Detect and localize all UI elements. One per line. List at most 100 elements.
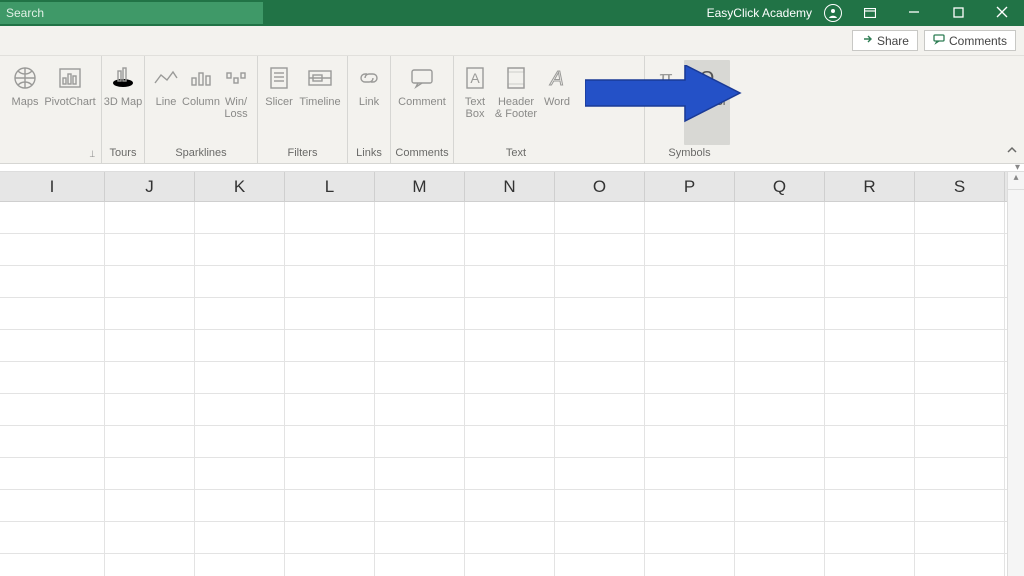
cell[interactable] <box>825 298 915 329</box>
cell[interactable] <box>285 554 375 576</box>
cell[interactable] <box>915 394 1005 425</box>
cell[interactable] <box>735 330 825 361</box>
cell[interactable] <box>645 298 735 329</box>
cell[interactable] <box>465 330 555 361</box>
3d-map-button[interactable]: 3D Map <box>106 60 140 145</box>
cell[interactable] <box>375 234 465 265</box>
column-header[interactable]: Q <box>735 172 825 201</box>
cell[interactable] <box>0 554 105 576</box>
cell[interactable] <box>285 362 375 393</box>
cell[interactable] <box>105 522 195 553</box>
link-button[interactable]: Link <box>352 60 386 145</box>
cell[interactable] <box>465 298 555 329</box>
cell[interactable] <box>105 298 195 329</box>
cell[interactable] <box>0 362 105 393</box>
cell[interactable] <box>105 490 195 521</box>
cell[interactable] <box>735 362 825 393</box>
maps-button[interactable]: Maps <box>8 60 42 163</box>
cell[interactable] <box>825 266 915 297</box>
cell[interactable] <box>0 458 105 489</box>
cell[interactable] <box>645 394 735 425</box>
ribbon-display-icon[interactable] <box>854 6 886 21</box>
cell[interactable] <box>195 330 285 361</box>
cell[interactable] <box>375 426 465 457</box>
cell[interactable] <box>375 458 465 489</box>
column-header[interactable]: L <box>285 172 375 201</box>
cell[interactable] <box>645 362 735 393</box>
cell[interactable] <box>465 394 555 425</box>
cell[interactable] <box>825 234 915 265</box>
cell[interactable] <box>915 522 1005 553</box>
cell[interactable] <box>0 330 105 361</box>
column-header[interactable]: N <box>465 172 555 201</box>
cell[interactable] <box>375 394 465 425</box>
cell[interactable] <box>735 490 825 521</box>
column-header[interactable]: P <box>645 172 735 201</box>
cell[interactable] <box>195 234 285 265</box>
cell[interactable] <box>735 554 825 576</box>
cell[interactable] <box>465 458 555 489</box>
cell[interactable] <box>915 426 1005 457</box>
cell[interactable] <box>915 234 1005 265</box>
cell[interactable] <box>375 298 465 329</box>
maximize-icon[interactable] <box>942 6 974 21</box>
cell[interactable] <box>825 202 915 233</box>
cell[interactable] <box>375 490 465 521</box>
cell[interactable] <box>285 266 375 297</box>
cell[interactable] <box>825 554 915 576</box>
cell[interactable] <box>465 234 555 265</box>
cell[interactable] <box>105 362 195 393</box>
cell[interactable] <box>285 234 375 265</box>
headerfooter-button[interactable]: Header & Footer <box>493 60 539 145</box>
cell[interactable] <box>105 330 195 361</box>
cell[interactable] <box>0 522 105 553</box>
cell[interactable] <box>645 554 735 576</box>
column-header[interactable]: J <box>105 172 195 201</box>
cell[interactable] <box>0 202 105 233</box>
cell[interactable] <box>375 362 465 393</box>
cell[interactable] <box>0 426 105 457</box>
cell[interactable] <box>645 426 735 457</box>
cell[interactable] <box>195 426 285 457</box>
cell[interactable] <box>645 202 735 233</box>
cell[interactable] <box>555 426 645 457</box>
close-icon[interactable] <box>986 6 1018 21</box>
cell[interactable] <box>915 266 1005 297</box>
cell[interactable] <box>735 394 825 425</box>
cell[interactable] <box>285 202 375 233</box>
cell[interactable] <box>195 298 285 329</box>
cell[interactable] <box>915 202 1005 233</box>
cell[interactable] <box>915 298 1005 329</box>
textbox-button[interactable]: A Text Box <box>458 60 492 145</box>
cell[interactable] <box>645 330 735 361</box>
cell[interactable] <box>105 266 195 297</box>
grid[interactable] <box>0 202 1024 576</box>
cell[interactable] <box>105 234 195 265</box>
vertical-scrollbar[interactable]: ▴ <box>1007 172 1024 576</box>
cell[interactable] <box>375 330 465 361</box>
cell[interactable] <box>0 298 105 329</box>
wordart-button[interactable]: A Word <box>540 60 574 145</box>
cell[interactable] <box>555 202 645 233</box>
cell[interactable] <box>825 330 915 361</box>
cell[interactable] <box>195 266 285 297</box>
cell[interactable] <box>555 394 645 425</box>
scroll-up-icon[interactable]: ▴ <box>1008 172 1024 190</box>
cell[interactable] <box>555 458 645 489</box>
search-input[interactable]: Search <box>0 2 263 24</box>
cell[interactable] <box>0 490 105 521</box>
column-splitter[interactable] <box>0 164 1024 172</box>
cell[interactable] <box>285 394 375 425</box>
cell[interactable] <box>285 426 375 457</box>
cell[interactable] <box>195 522 285 553</box>
cell[interactable] <box>0 266 105 297</box>
cell[interactable] <box>915 554 1005 576</box>
slicer-button[interactable]: Slicer <box>262 60 296 145</box>
cell[interactable] <box>285 490 375 521</box>
cell[interactable] <box>735 234 825 265</box>
column-header[interactable]: O <box>555 172 645 201</box>
column-header[interactable]: K <box>195 172 285 201</box>
cell[interactable] <box>825 522 915 553</box>
cell[interactable] <box>555 522 645 553</box>
cell[interactable] <box>105 458 195 489</box>
